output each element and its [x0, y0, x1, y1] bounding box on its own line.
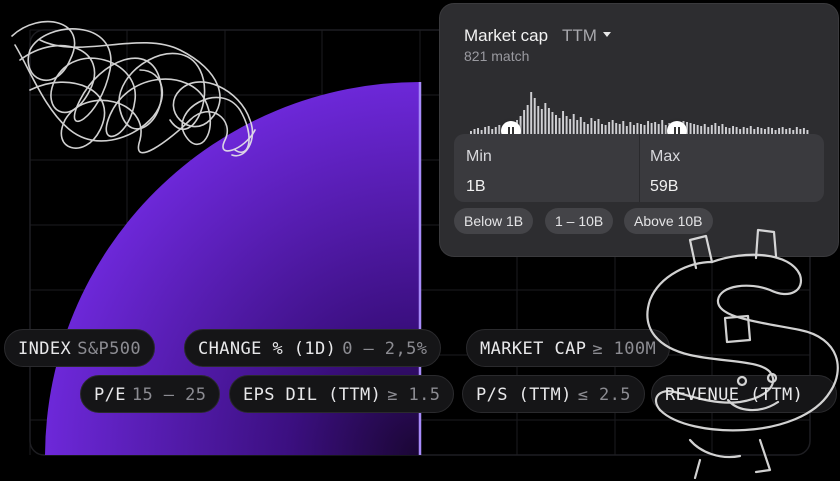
histogram-bar [551, 112, 554, 136]
chip-revenue[interactable]: REVENUE (TTM) [651, 375, 837, 413]
max-input[interactable]: 59B [650, 178, 678, 196]
range-inputs: Min 1B Max 59B [454, 134, 824, 202]
chip-eps-value: ≥ 1.5 [387, 385, 441, 405]
histogram-bar [526, 105, 529, 136]
chip-ps-value: ≤ 2.5 [577, 385, 631, 405]
histogram-bar [555, 115, 557, 136]
chip-market-cap-value: ≥ 100M [592, 339, 657, 359]
chip-change-name: CHANGE % (1D) [198, 339, 337, 359]
chip-pe-name: P/E [94, 385, 126, 405]
chip-revenue-name: REVENUE (TTM) [665, 385, 804, 405]
preset-below-1b[interactable]: Below 1B [454, 208, 534, 234]
market-cap-filter-popup: Market cap TTM 821 match Min 1B Max 59B … [440, 4, 838, 256]
histogram-bar [523, 110, 526, 136]
histogram-bar [562, 111, 565, 136]
max-label: Max [650, 148, 681, 165]
min-label: Min [466, 148, 492, 165]
chip-index-value: S&P500 [77, 339, 141, 359]
chip-market-cap-name: MARKET CAP [480, 339, 587, 359]
histogram-bar [572, 114, 575, 136]
chip-ps-name: P/S (TTM) [476, 385, 572, 405]
range-divider [639, 134, 640, 202]
histogram-bar [540, 109, 543, 136]
popup-title: Market cap [464, 26, 549, 45]
chip-change[interactable]: CHANGE % (1D) 0 — 2,5% [184, 329, 442, 367]
chip-change-value: 0 — 2,5% [342, 339, 428, 359]
period-dropdown[interactable]: TTM [562, 26, 597, 46]
histogram-bar [544, 103, 547, 136]
market-cap-histogram [470, 92, 809, 136]
preset-above-10b[interactable]: Above 10B [624, 208, 713, 234]
histogram-bar [565, 116, 568, 136]
chip-index-name: INDEX [18, 339, 72, 359]
match-count: 821 match [464, 48, 530, 64]
caret-down-icon[interactable] [603, 32, 611, 37]
histogram-bar [547, 108, 550, 136]
histogram-bar [533, 98, 536, 136]
preset-1-10b[interactable]: 1 – 10B [545, 208, 614, 234]
histogram-bar [530, 92, 533, 136]
histogram-bar [537, 106, 540, 136]
chip-ps[interactable]: P/S (TTM) ≤ 2.5 [462, 375, 645, 413]
chip-eps[interactable]: EPS DIL (TTM) ≥ 1.5 [229, 375, 455, 413]
chip-pe-value: 15 – 25 [131, 385, 207, 405]
chip-eps-name: EPS DIL (TTM) [243, 385, 382, 405]
min-input[interactable]: 1B [466, 178, 486, 196]
chip-market-cap[interactable]: MARKET CAP ≥ 100M [466, 329, 671, 367]
chip-index[interactable]: INDEX S&P500 [4, 329, 155, 367]
chip-pe[interactable]: P/E 15 – 25 [80, 375, 221, 413]
